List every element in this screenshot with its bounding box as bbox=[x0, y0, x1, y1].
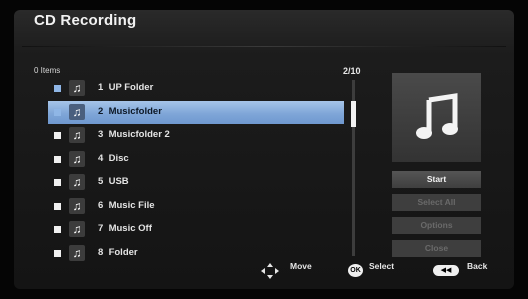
list-item-label: 3 Musicfolder 2 bbox=[98, 129, 170, 140]
checkbox[interactable] bbox=[54, 226, 61, 233]
album-art bbox=[392, 73, 481, 162]
list-item-label: 1 UP Folder bbox=[98, 82, 154, 93]
ok-button-icon: OK bbox=[348, 264, 363, 277]
list-item-label: 7 Music Off bbox=[98, 223, 152, 234]
checkbox[interactable] bbox=[54, 108, 61, 116]
list-item[interactable]: ♫ 6 Music File bbox=[48, 195, 344, 219]
file-list: ♫ 1 UP Folder ♫ 2 Musicfolder ♫ 3 Musicf… bbox=[48, 77, 344, 265]
checkbox[interactable] bbox=[54, 155, 61, 163]
music-note-icon bbox=[415, 92, 458, 139]
music-note-icon: ♫ bbox=[69, 174, 85, 190]
checkbox[interactable] bbox=[54, 132, 61, 139]
scrollbar-thumb[interactable] bbox=[351, 101, 356, 127]
music-note-icon: ♫ bbox=[69, 244, 85, 261]
checkbox[interactable] bbox=[54, 85, 61, 92]
directional-pad-icon bbox=[261, 263, 279, 279]
title-divider bbox=[22, 46, 506, 47]
list-item[interactable]: ♫ 5 USB bbox=[48, 171, 344, 195]
list-item[interactable]: ♫ 1 UP Folder bbox=[48, 77, 344, 101]
select-all-button[interactable]: Select All bbox=[392, 194, 481, 211]
screen: CD Recording 0 Items 2/10 ♫ 1 UP Folder … bbox=[0, 0, 528, 299]
page-title: CD Recording bbox=[34, 12, 137, 29]
music-note-icon: ♫ bbox=[69, 127, 85, 143]
options-button[interactable]: Options bbox=[392, 217, 481, 234]
checkbox[interactable] bbox=[54, 202, 61, 210]
back-button-icon: ◀◀ bbox=[433, 265, 459, 276]
music-note-icon: ♫ bbox=[69, 80, 85, 96]
page-indicator: 2/10 bbox=[343, 66, 361, 76]
list-item-label: 2 Musicfolder bbox=[98, 105, 162, 117]
back-hint: Back bbox=[467, 261, 488, 271]
select-hint: Select bbox=[369, 261, 395, 271]
list-item-label: 8 Folder bbox=[98, 246, 138, 258]
checkbox[interactable] bbox=[54, 249, 61, 257]
list-item-label: 4 Disc bbox=[98, 152, 129, 164]
list-item-label: 6 Music File bbox=[98, 199, 155, 211]
music-note-icon: ♫ bbox=[69, 150, 85, 167]
list-item-label: 5 USB bbox=[98, 176, 129, 187]
list-item[interactable]: ♫ 2 Musicfolder bbox=[48, 100, 344, 124]
checkbox[interactable] bbox=[54, 179, 61, 186]
list-item[interactable]: ♫ 7 Music Off bbox=[48, 218, 344, 242]
start-button[interactable]: Start bbox=[392, 171, 481, 188]
music-note-icon: ♫ bbox=[69, 221, 85, 237]
item-count: 0 Items bbox=[34, 66, 61, 75]
close-button[interactable]: Close bbox=[392, 240, 481, 257]
music-note-icon: ♫ bbox=[69, 197, 85, 214]
list-item[interactable]: ♫ 3 Musicfolder 2 bbox=[48, 124, 344, 148]
list-item[interactable]: ♫ 4 Disc bbox=[48, 148, 344, 172]
music-note-icon: ♫ bbox=[69, 103, 85, 120]
move-hint: Move bbox=[290, 261, 312, 271]
